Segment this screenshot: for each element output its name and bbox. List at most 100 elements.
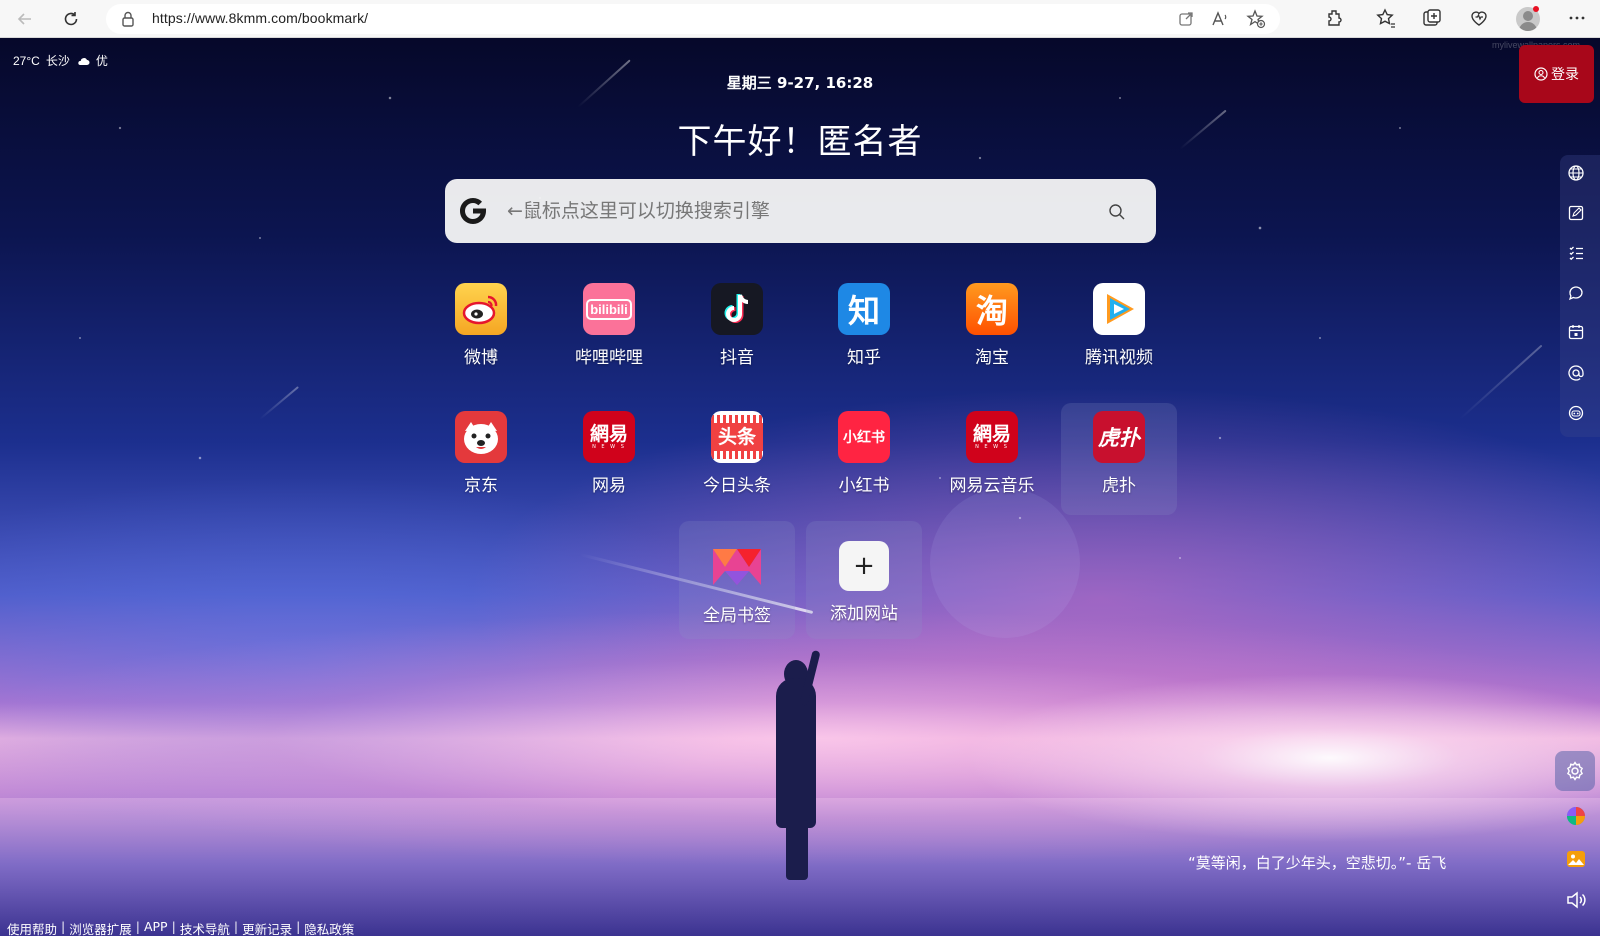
zhihu-glyph: 知 [847, 292, 880, 330]
netease-glyph: 網易 [589, 423, 628, 445]
footer-link-changelog[interactable]: 更新记录 [242, 919, 292, 936]
google-engine-icon[interactable] [455, 193, 491, 229]
bookmark-tile-netease[interactable]: 網易 N E W S 网易 [551, 403, 667, 515]
collections-icon[interactable] [1421, 7, 1443, 29]
edit-note-icon [1568, 205, 1584, 221]
plus-glyph: + [853, 551, 875, 581]
weather-widget[interactable]: 27°C 长沙 优 [13, 52, 108, 69]
login-label: 登录 [1551, 67, 1579, 83]
bookmark-label: 虎扑 [1102, 476, 1136, 496]
temperature: 27°C [13, 53, 40, 68]
footer-link-privacy[interactable]: 隐私政策 [304, 919, 354, 936]
bilibili-logo-text: bilibili [586, 298, 632, 320]
quote-text: “莫等闲，白了少年头，空悲切。”- 岳飞 [1188, 854, 1447, 872]
more-menu-icon[interactable] [1566, 7, 1588, 29]
search-icon[interactable] [1108, 203, 1126, 221]
theme-color-icon[interactable] [1565, 805, 1587, 827]
bookmark-label: 网易 [592, 476, 626, 496]
netease-music-icon: 網易 N E W S [966, 411, 1018, 463]
side-email-button[interactable] [1565, 362, 1587, 384]
bookmark-label: 京东 [464, 476, 498, 496]
extensions-icon[interactable] [1324, 7, 1346, 29]
footer-link-help[interactable]: 使用帮助 [7, 919, 57, 936]
address-bar[interactable]: https://www.8kmm.com/bookmark/ [106, 4, 1280, 34]
side-globe-button[interactable] [1565, 162, 1587, 184]
search-input[interactable] [507, 195, 1067, 227]
bookmark-tile-tencent-video[interactable]: 腾讯视频 [1061, 275, 1177, 387]
side-todo-button[interactable] [1565, 242, 1587, 264]
footer-separator: | [61, 919, 66, 934]
bookmark-label: 微博 [464, 348, 498, 368]
avatar-head [1523, 11, 1533, 21]
side-chat-button[interactable] [1565, 282, 1587, 304]
jd-icon [455, 411, 507, 463]
bookmark-tile-weibo[interactable]: 微博 [423, 275, 539, 387]
hupu-icon: 虎扑 [1093, 411, 1145, 463]
side-notes-button[interactable] [1565, 202, 1587, 224]
volume-icon[interactable] [1565, 889, 1587, 911]
plus-icon: + [839, 541, 889, 591]
air-quality: 优 [95, 54, 108, 68]
bookmark-label: 淘宝 [975, 348, 1009, 368]
bookmark-tile-hupu[interactable]: 虎扑 虎扑 [1061, 403, 1177, 515]
user-circle-icon [1534, 67, 1548, 81]
bookmark-label: 知乎 [847, 348, 881, 368]
bookmark-tile-bilibili[interactable]: bilibili 哔哩哔哩 [551, 275, 667, 387]
add-favorite-icon[interactable] [1246, 9, 1266, 29]
bookmark-label: 腾讯视频 [1085, 348, 1153, 368]
greeting: 下午好！匿名者 [677, 122, 923, 162]
browser-toolbar: https://www.8kmm.com/bookmark/ [0, 0, 1600, 38]
side-ai-button[interactable] [1565, 402, 1587, 424]
reload-button[interactable] [56, 4, 86, 34]
bookmark-tile-toutiao[interactable]: 头条 今日头条 [679, 403, 795, 515]
bookmark-label: 今日头条 [703, 476, 771, 496]
girl-silhouette-legs [786, 820, 808, 880]
datetime: 星期三 9-27, 16:28 [726, 74, 874, 92]
globe-icon [1568, 165, 1584, 181]
city: 长沙 [45, 54, 70, 68]
weibo-icon [455, 283, 507, 335]
xiaohongshu-icon: 小红书 [838, 411, 890, 463]
toutiao-stripe [711, 415, 763, 423]
toutiao-glyph: 头条 [711, 423, 763, 451]
bookmark-tile-douyin[interactable]: 抖音 [679, 275, 795, 387]
at-sign-icon [1568, 365, 1584, 381]
xiaohongshu-glyph: 小红书 [843, 430, 885, 446]
settings-button[interactable] [1555, 751, 1595, 791]
netease-music-glyph: 網易 [972, 423, 1011, 445]
add-website-button[interactable]: + 添加网站 [806, 521, 922, 639]
bookmark-tile-xiaohongshu[interactable]: 小红书 小红书 [806, 403, 922, 515]
calendar-icon [1568, 325, 1584, 340]
side-calendar-button[interactable] [1565, 321, 1587, 343]
robot-icon [1568, 405, 1584, 421]
footer-separator: | [135, 919, 140, 934]
footer-link-tech-nav[interactable]: 技术导航 [180, 919, 230, 936]
bookmark-tile-zhihu[interactable]: 知 知乎 [806, 275, 922, 387]
taobao-icon: 淘 [966, 283, 1018, 335]
back-button[interactable] [10, 4, 40, 34]
bookmark-label: 哔哩哔哩 [575, 348, 643, 368]
chat-bubble-icon [1568, 286, 1583, 301]
toutiao-stripe [711, 451, 763, 459]
footer-link-app[interactable]: APP [144, 919, 168, 936]
toutiao-icon: 头条 [711, 411, 763, 463]
favorites-icon[interactable] [1375, 7, 1397, 29]
gear-icon [1566, 761, 1584, 781]
taobao-glyph: 淘 [975, 292, 1008, 330]
avatar-body [1519, 22, 1537, 31]
bookmark-tile-global-bookmark[interactable]: 全局书签 [679, 521, 795, 639]
back-arrow-icon [17, 13, 31, 25]
bookmark-tile-netease-music[interactable]: 網易 N E W S 网易云音乐 [934, 403, 1050, 515]
wallpaper-icon[interactable] [1565, 848, 1587, 870]
url-text[interactable]: https://www.8kmm.com/bookmark/ [152, 10, 368, 26]
footer-link-extension[interactable]: 浏览器扩展 [69, 919, 132, 936]
bookmark-tile-jd[interactable]: 京东 [423, 403, 539, 515]
girl-silhouette-body [776, 678, 816, 828]
footer-links: 使用帮助 | 浏览器扩展 | APP | 技术导航 | 更新记录 | 隐私政策 [7, 919, 354, 936]
browser-essentials-icon[interactable] [1468, 7, 1490, 29]
netease-news-mark: N E W S [592, 444, 626, 450]
open-in-app-icon[interactable] [1176, 9, 1196, 29]
login-button[interactable]: 登录 [1519, 45, 1594, 103]
bookmark-tile-taobao[interactable]: 淘 淘宝 [934, 275, 1050, 387]
read-aloud-icon[interactable] [1210, 9, 1230, 29]
